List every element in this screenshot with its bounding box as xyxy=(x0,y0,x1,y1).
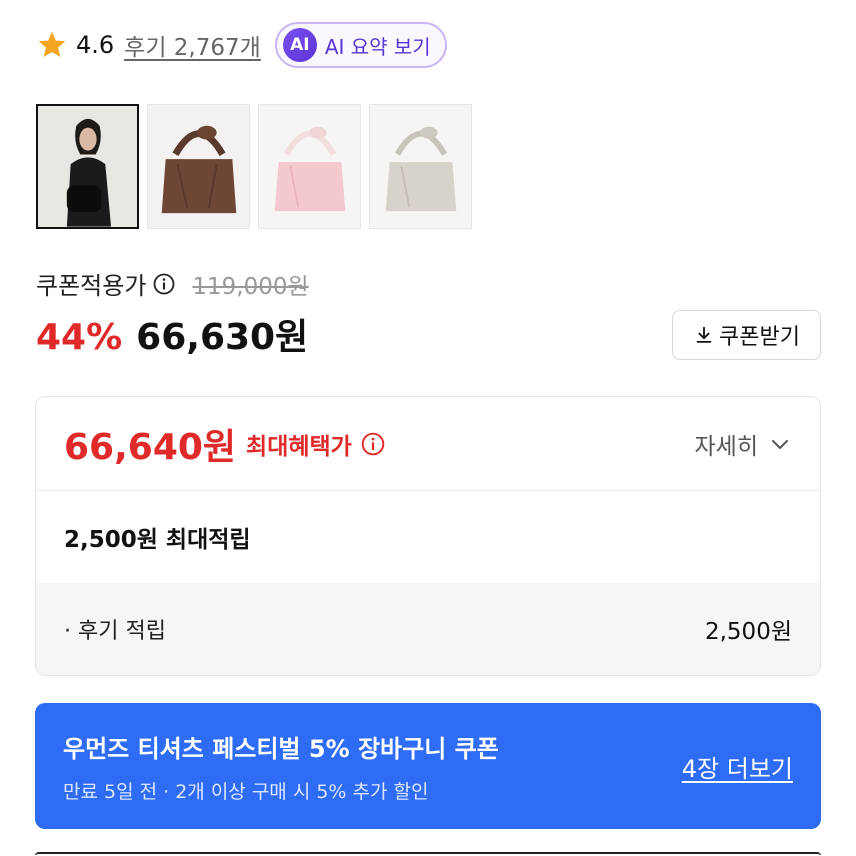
discount-rate: 44% xyxy=(36,317,123,358)
cart-coupon-banner[interactable]: 우먼즈 티셔츠 페스티벌 5% 장바구니 쿠폰 만료 5일 전 · 2개 이상 … xyxy=(35,703,821,829)
final-price: 66,630원 xyxy=(136,317,309,358)
model-photo-image xyxy=(38,106,137,227)
info-icon[interactable] xyxy=(360,431,386,457)
promo-subtitle: 만료 5일 전 · 2개 이상 구매 시 5% 추가 할인 xyxy=(63,781,429,803)
review-points-value: 2,500원 xyxy=(704,619,792,645)
star-icon xyxy=(38,31,66,57)
ai-summary-button[interactable]: AI AI 요약 보기 xyxy=(274,22,447,68)
promo-more-link[interactable]: 4장 더보기 xyxy=(682,749,793,784)
download-icon xyxy=(696,326,712,343)
get-coupon-button[interactable]: 쿠폰받기 xyxy=(672,310,821,360)
beige-bag-image xyxy=(370,105,471,228)
chevron-down-icon xyxy=(772,439,788,449)
thumbnail-beige[interactable] xyxy=(369,104,472,229)
rating-value: 4.6 xyxy=(76,31,115,59)
brown-bag-image xyxy=(148,105,249,228)
pink-bag-image xyxy=(259,105,360,228)
promo-title: 우먼즈 티셔츠 페스티벌 5% 장바구니 쿠폰 xyxy=(63,735,499,763)
thumbnail-strip xyxy=(36,104,472,229)
details-label: 자세히 xyxy=(694,433,758,460)
reviews-link[interactable]: 후기 2,767개 xyxy=(124,28,261,62)
max-benefit-price: 66,640원 xyxy=(64,426,237,468)
info-icon[interactable] xyxy=(152,272,176,296)
max-points-text: 2,500원 최대적립 xyxy=(64,527,251,553)
get-coupon-label: 쿠폰받기 xyxy=(719,325,800,350)
max-points-row: 2,500원 최대적립 xyxy=(36,491,820,583)
review-points-label: · 후기 적립 xyxy=(64,619,166,644)
max-benefit-card: 66,640원 최대혜택가 자세히 2,500원 최대적립 · 후기 적립 2,… xyxy=(35,396,821,676)
max-benefit-label: 최대혜택가 xyxy=(246,433,352,460)
rating-row: 4.6 후기 2,767개 AI AI 요약 보기 xyxy=(36,22,447,68)
final-price-row: 44% 66,630원 xyxy=(36,308,308,360)
next-section-edge xyxy=(35,852,821,856)
details-toggle[interactable]: 자세히 xyxy=(695,427,792,461)
review-points-row: · 후기 적립 2,500원 xyxy=(36,583,820,675)
max-benefit-header: 66,640원 최대혜택가 자세히 xyxy=(36,397,820,491)
coupon-price-row: 쿠폰적용가 119,000원 xyxy=(36,266,309,301)
ai-summary-label: AI 요약 보기 xyxy=(324,34,431,59)
thumbnail-pink[interactable] xyxy=(258,104,361,229)
thumbnail-brown[interactable] xyxy=(147,104,250,229)
ai-badge-icon: AI xyxy=(282,28,317,62)
thumbnail-model[interactable] xyxy=(36,104,139,229)
coupon-price-label: 쿠폰적용가 xyxy=(36,272,147,300)
original-price: 119,000원 xyxy=(192,273,309,300)
